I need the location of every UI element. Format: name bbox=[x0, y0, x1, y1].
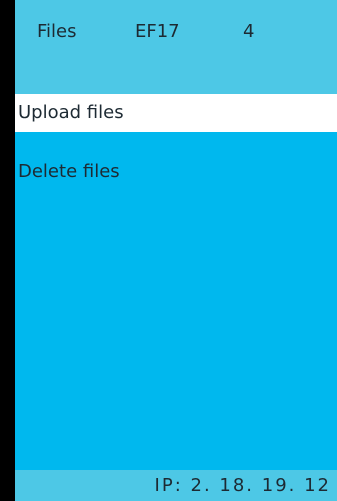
menu-item-label: Upload files bbox=[18, 102, 124, 123]
header-count: 4 bbox=[243, 21, 255, 42]
screen: Files EF17 4 Upload files Delete files I… bbox=[15, 0, 337, 501]
menu-item-upload-files[interactable]: Upload files bbox=[15, 94, 337, 132]
header-code: EF17 bbox=[135, 21, 180, 42]
status-bar: IP: 2. 18. 19. 12 bbox=[15, 470, 337, 501]
ip-address: IP: 2. 18. 19. 12 bbox=[154, 475, 331, 496]
device-frame: Files EF17 4 Upload files Delete files I… bbox=[0, 0, 337, 501]
menu-item-label: Delete files bbox=[18, 161, 120, 182]
header-bar: Files EF17 4 bbox=[15, 0, 337, 94]
header-title: Files bbox=[37, 21, 77, 42]
menu-item-delete-files[interactable]: Delete files bbox=[15, 153, 337, 191]
